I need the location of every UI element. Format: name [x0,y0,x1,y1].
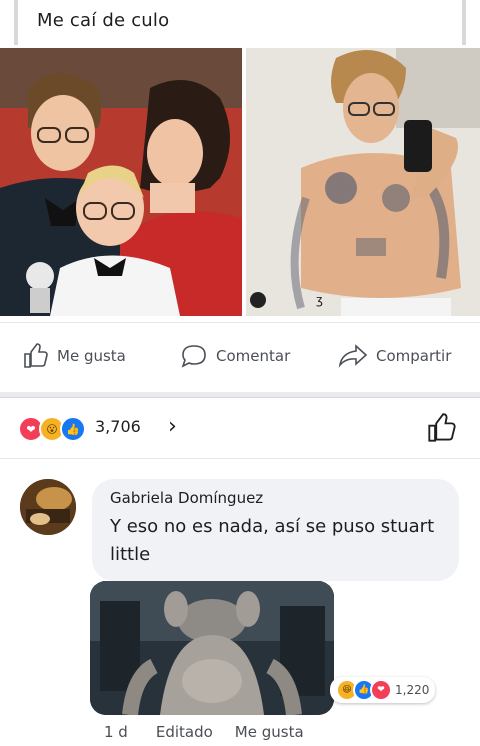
share-button[interactable]: Compartir [338,343,451,369]
post-actions: Me gusta Comentar Compartir [0,322,480,393]
post-card: Me caí de culo ʒ Me gusta Comentar Compa… [0,0,480,392]
comment-bubble[interactable]: Gabriela Domínguez Y eso no es nada, así… [92,479,459,581]
comment-like-button[interactable]: Me gusta [235,723,304,741]
love-icon: ❤ [370,679,392,701]
divider [462,0,466,45]
thumbs-up-icon [428,413,456,442]
reactions-bar[interactable]: ❤ 😮 👍 3,706 › [0,397,480,458]
share-icon [338,344,368,368]
comment-meta: 1 d Editado Me gusta [104,723,304,741]
comment-label: Comentar [216,347,291,365]
avatar[interactable] [20,479,76,535]
comment-icon [181,345,206,368]
reaction-count[interactable]: 3,706 [95,417,141,436]
share-label: Compartir [376,347,452,365]
reaction-icons: ❤ 😮 👍 [18,416,86,442]
screen: Me caí de culo ʒ Me gusta Comentar Compa… [0,0,480,746]
comment-time[interactable]: 1 d [104,723,128,741]
post-text: Me caí de culo [37,10,170,31]
comment-edited[interactable]: Editado [156,723,213,741]
comment-reactions[interactable]: 😆 👍 ❤ 1,220 [330,677,436,703]
like-label: Me gusta [57,347,126,365]
thumbs-up-icon [24,343,48,368]
comment-image[interactable] [90,581,334,715]
comment-text: Y eso no es nada, así se puso stuart lit… [110,516,435,565]
like-button[interactable]: Me gusta [23,343,126,369]
divider [14,0,18,45]
post-image-selfie[interactable]: ʒ [246,48,480,316]
chevron-right-icon[interactable]: › [168,414,177,439]
comment-author[interactable]: Gabriela Domínguez [110,489,263,507]
comment-button[interactable]: Comentar [180,343,290,369]
like-icon: 👍 [60,416,86,442]
svg-text:ʒ: ʒ [316,293,323,307]
comment-reaction-count: 1,220 [395,683,430,697]
like-reaction-button[interactable] [426,413,458,447]
comments-section: Gabriela Domínguez Y eso no es nada, así… [0,458,480,746]
post-image-family[interactable] [0,48,242,316]
